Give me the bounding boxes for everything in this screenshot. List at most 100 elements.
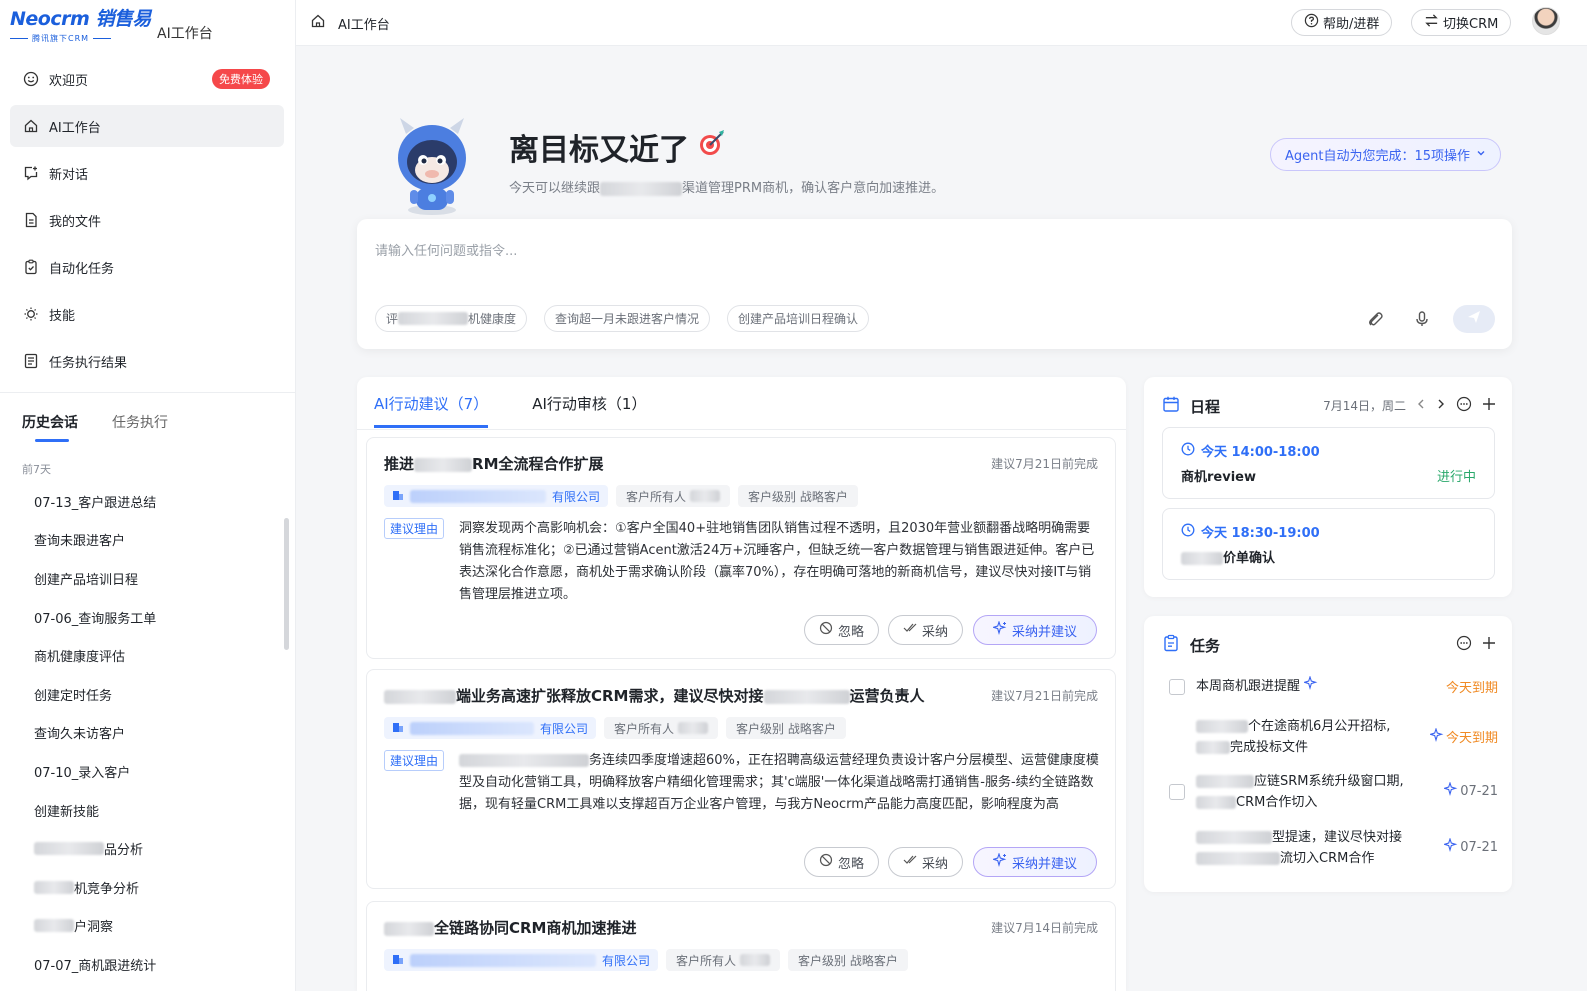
tab-ai-review[interactable]: AI行动审核（1）	[532, 393, 646, 414]
task-item: 型提速，建议尽快对接 流切入CRM合作 07-21	[1162, 827, 1502, 873]
prompt-input[interactable]: 请输入任何问题或指令...	[375, 240, 517, 259]
list-item[interactable]: 07-10_录入客户	[34, 752, 274, 791]
paperclip-icon[interactable]	[1365, 309, 1385, 329]
help-button[interactable]: 帮助/进群	[1291, 9, 1393, 36]
clipboard-icon	[1162, 634, 1180, 656]
history-item-label: 商机健康度评估	[34, 650, 126, 666]
more-icon[interactable]	[1456, 396, 1472, 415]
task-tools	[1456, 635, 1496, 654]
sidebar-item-task-results[interactable]: 任务执行结果	[10, 340, 284, 382]
chip-label: 创建产品培训日程确认	[738, 312, 859, 326]
schedule-name: 商机review	[1181, 470, 1256, 485]
owner-label: 客户所有人	[626, 489, 687, 504]
list-item[interactable]: 创建定时任务	[34, 675, 274, 714]
free-trial-badge[interactable]: 免费体验	[212, 69, 270, 89]
sidebar-item-label: 我的文件	[49, 214, 102, 230]
sidebar-item-welcome[interactable]: 欢迎页 免费体验	[10, 58, 284, 100]
task-text[interactable]: 型提速，建议尽快对接 流切入CRM合作	[1196, 827, 1402, 869]
hero-title-text: 离目标又近了	[509, 133, 689, 168]
list-item[interactable]: 商机健康度评估	[34, 636, 274, 675]
hero-subtitle-prefix: 今天可以继续跟	[509, 181, 601, 196]
more-icon[interactable]	[1456, 635, 1472, 654]
chevron-left-icon[interactable]	[1416, 398, 1426, 413]
tab-history-chats[interactable]: 历史会话	[22, 412, 78, 442]
agent-summary-dropdown[interactable]: Agent自动为您完成：15项操作	[1270, 138, 1502, 171]
accept-button[interactable]: 采纳	[888, 847, 963, 877]
switch-crm-button[interactable]: 切换CRM	[1411, 9, 1512, 36]
suggestion-chip[interactable]: 创建产品培训日程确认	[727, 305, 870, 332]
ignore-button[interactable]: 忽略	[804, 847, 879, 877]
task-text[interactable]: 应链SRM系统升级窗口期, CRM合作切入	[1196, 771, 1404, 813]
home-icon[interactable]	[310, 13, 326, 33]
send-button[interactable]	[1453, 305, 1495, 333]
task-text[interactable]: 本周商机跟进提醒	[1196, 675, 1318, 697]
task-checkbox[interactable]	[1169, 784, 1185, 800]
adopt-and-suggest-button[interactable]: 采纳并建议	[973, 847, 1097, 877]
suggestion-title: 推进 RM全流程合作扩展	[384, 453, 604, 474]
task-text-body: 流切入CRM合作	[1280, 851, 1375, 866]
task-text[interactable]: 个在途商机6月公开招标, 完成投标文件	[1196, 716, 1390, 758]
breadcrumb: AI工作台	[310, 13, 390, 33]
redacted-text	[678, 722, 709, 734]
owner-label: 客户所有人	[614, 721, 675, 736]
task-checkbox[interactable]	[1169, 679, 1185, 695]
workspace-label: AI工作台	[157, 26, 213, 42]
redacted-text	[459, 754, 589, 767]
help-label: 帮助/进群	[1323, 17, 1380, 32]
schedule-panel: 日程 7月14日，周二 今天 14:00-18:00 商机review 进行中 …	[1144, 377, 1512, 597]
redacted-text	[34, 842, 104, 856]
tab-task-execution[interactable]: 任务执行	[112, 412, 168, 432]
schedule-item[interactable]: 今天 14:00-18:00 商机review 进行中	[1162, 427, 1495, 499]
redacted-text	[1181, 552, 1223, 565]
sidebar-scrollbar[interactable]	[284, 518, 289, 650]
adopt-and-suggest-button[interactable]: 采纳并建议	[973, 615, 1097, 645]
add-icon[interactable]	[1482, 397, 1496, 414]
list-item[interactable]: 机竞争分析	[34, 868, 274, 907]
file-icon	[22, 211, 40, 229]
schedule-tools: 7月14日，周二	[1323, 396, 1496, 415]
sparkle-icon	[991, 852, 1007, 871]
sidebar-item-ai-workspace[interactable]: AI工作台	[10, 105, 284, 147]
list-item[interactable]: 品分析	[34, 829, 274, 868]
list-item[interactable]: 创建新技能	[34, 791, 274, 830]
sidebar-item-label: 新对话	[49, 167, 89, 183]
logo[interactable]: Neocrm 销售易 腾讯旗下CRM	[10, 4, 151, 44]
company-name-suffix: 有限公司	[602, 953, 651, 968]
task-text-body: 应链SRM系统升级窗口期,	[1254, 774, 1404, 789]
list-item[interactable]: 查询未跟进客户	[34, 521, 274, 560]
list-item[interactable]: 查询久未访客户	[34, 714, 274, 753]
tab-ai-actions[interactable]: AI行动建议（7）	[374, 393, 489, 428]
microphone-icon[interactable]	[1412, 309, 1432, 329]
company-tag[interactable]: 有限公司	[384, 485, 609, 507]
history-item-label: 创建产品培训日程	[34, 572, 139, 588]
task-text-body: 完成投标文件	[1230, 740, 1309, 755]
sidebar-item-new-chat[interactable]: 新对话	[10, 152, 284, 194]
accept-button[interactable]: 采纳	[888, 615, 963, 645]
history-item-label: 户洞察	[74, 920, 114, 936]
redacted-text	[34, 880, 74, 894]
ignore-button[interactable]: 忽略	[804, 615, 879, 645]
list-item[interactable]: 创建产品培训日程	[34, 559, 274, 598]
chevron-right-icon[interactable]	[1436, 398, 1446, 413]
mascot-image	[386, 110, 478, 218]
list-item[interactable]: 户洞察	[34, 907, 274, 946]
list-item[interactable]: 07-07_商机跟进统计	[34, 945, 274, 984]
clipboard-check-icon	[22, 258, 40, 276]
list-item[interactable]: 07-13_客户跟进总结	[34, 482, 274, 521]
chevron-down-icon	[1476, 147, 1486, 162]
history-item-label: 查询久未访客户	[34, 727, 126, 743]
company-tag[interactable]: 有限公司	[384, 717, 597, 739]
sidebar-item-automation[interactable]: 自动化任务	[10, 246, 284, 288]
sidebar-item-my-files[interactable]: 我的文件	[10, 199, 284, 241]
list-item[interactable]: 07-06_查询服务工单	[34, 598, 274, 637]
sidebar-item-skills[interactable]: 技能	[10, 293, 284, 335]
redacted-text	[410, 721, 534, 735]
company-tag[interactable]: 有限公司	[384, 949, 659, 971]
suggestion-chip[interactable]: 查询超一月未跟进客户情况	[544, 305, 711, 332]
suggestion-card: 端业务高速扩张释放CRM需求，建议尽快对接 运营负责人 建议7月21日前完成 有限…	[366, 669, 1116, 889]
avatar[interactable]	[1532, 7, 1560, 35]
topbar: AI工作台 帮助/进群 切换CRM	[296, 0, 1587, 46]
suggestion-chip[interactable]: 评 机健康度	[375, 305, 528, 332]
schedule-item[interactable]: 今天 18:30-19:00 价单确认	[1162, 508, 1495, 580]
add-icon[interactable]	[1482, 636, 1496, 653]
